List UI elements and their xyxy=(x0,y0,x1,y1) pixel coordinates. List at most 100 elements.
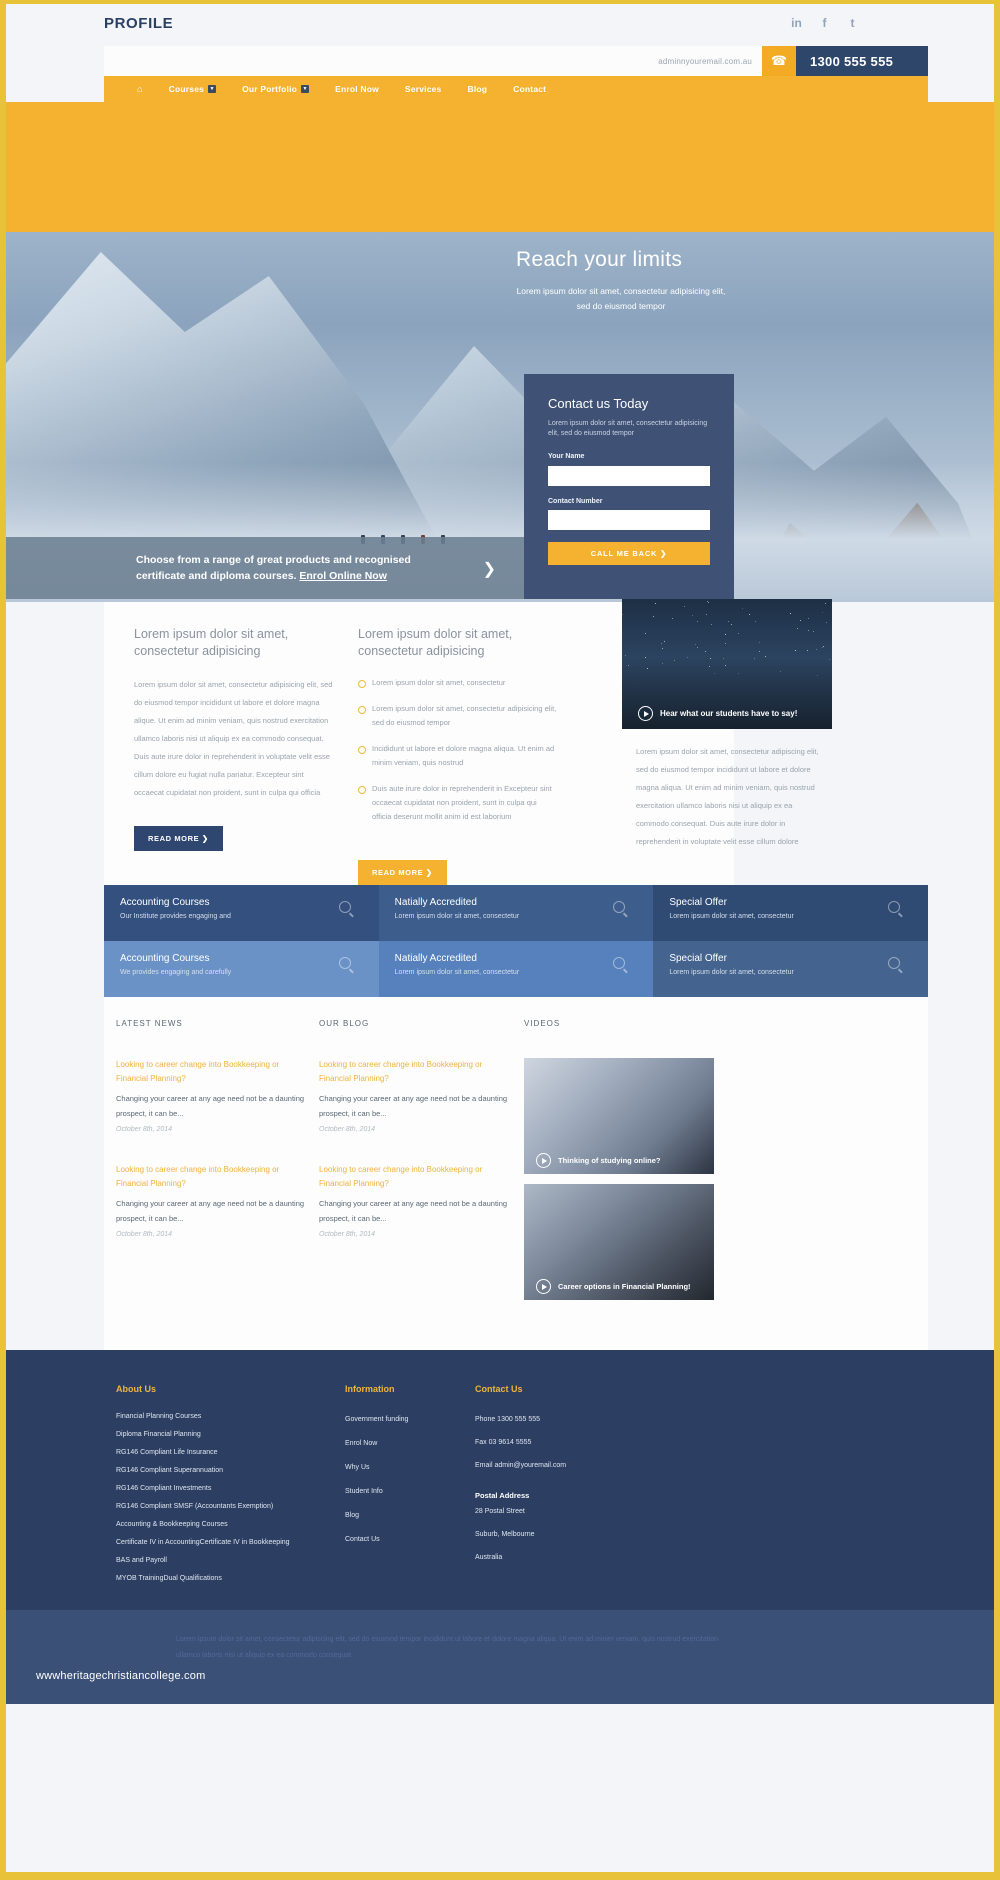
tile-title: Accounting Courses xyxy=(120,953,363,964)
site-logo[interactable]: PROFILE xyxy=(104,15,173,32)
list-item: Looking to career change into Bookkeepin… xyxy=(319,1163,514,1238)
footer-link[interactable]: MYOB TrainingDual Qualifications xyxy=(116,1570,331,1588)
footer-email[interactable]: Email admin@youremail.com xyxy=(475,1454,721,1477)
nav-item-courses[interactable]: Courses ▼ xyxy=(156,84,229,94)
search-icon[interactable] xyxy=(613,957,625,969)
facebook-icon[interactable]: f xyxy=(817,15,832,30)
footer-link[interactable]: Enrol Now xyxy=(345,1432,461,1456)
tile-desc: We provides engaging and carefully xyxy=(120,969,363,976)
search-icon[interactable] xyxy=(613,901,625,913)
tile-natially-accredited-2[interactable]: Natially Accredited Lorem ipsum dolor si… xyxy=(379,941,654,997)
contact-form-card: Contact us Today Lorem ipsum dolor sit a… xyxy=(524,374,734,599)
list-item: Looking to career change into Bookkeepin… xyxy=(319,1058,514,1133)
nav-label-blog: Blog xyxy=(467,84,487,94)
nav-item-home[interactable]: ⌂ xyxy=(124,84,156,94)
home-icon: ⌂ xyxy=(137,84,143,94)
footer-link[interactable]: Government funding xyxy=(345,1408,461,1432)
chevron-down-icon: ▼ xyxy=(208,85,216,93)
twitter-icon[interactable]: t xyxy=(845,15,860,30)
nav-item-enrol-now[interactable]: Enrol Now xyxy=(322,84,392,94)
tile-special-offer-2[interactable]: Special Offer Lorem ipsum dolor sit amet… xyxy=(653,941,928,997)
right-column-body: Lorem ipsum dolor sit amet, consectetur … xyxy=(622,729,832,851)
tile-title: Natially Accredited xyxy=(395,953,638,964)
our-blog-column: OUR BLOG Looking to career change into B… xyxy=(309,1019,514,1310)
footer-link[interactable]: Why Us xyxy=(345,1456,461,1480)
search-icon[interactable] xyxy=(339,957,351,969)
callout-bar[interactable]: Choose from a range of great products an… xyxy=(6,537,524,599)
top-bar: PROFILE in f t xyxy=(6,4,994,46)
footer-link[interactable]: RG146 Compliant SMSF (Accountants Exempt… xyxy=(116,1498,331,1516)
videos-heading: VIDEOS xyxy=(524,1019,744,1028)
footer-link[interactable]: BAS and Payroll xyxy=(116,1552,331,1570)
footer-phone: Phone 1300 555 555 xyxy=(475,1408,721,1431)
tile-desc: Lorem ipsum dolor sit amet, consectetur xyxy=(395,969,638,976)
footer-link[interactable]: Contact Us xyxy=(345,1528,461,1552)
main-navigation[interactable]: ⌂ Courses ▼ Our Portfolio ▼ Enrol Now Se… xyxy=(104,76,928,102)
watermark: wwwheritagechristiancollege.com xyxy=(36,1670,205,1682)
tile-title: Special Offer xyxy=(669,953,912,964)
nav-item-contact[interactable]: Contact xyxy=(500,84,559,94)
frame-edge-left xyxy=(0,0,6,1880)
nav-item-our-portfolio[interactable]: Our Portfolio ▼ xyxy=(229,84,322,94)
students-video-caption: Hear what our students have to say! xyxy=(660,709,797,718)
list-item: Looking to career change into Bookkeepin… xyxy=(116,1163,309,1238)
linkedin-icon[interactable]: in xyxy=(789,15,804,30)
enrol-online-now-link[interactable]: Enrol Online Now xyxy=(299,570,387,582)
blog-date: October 8th, 2014 xyxy=(319,1231,514,1238)
chevron-right-icon[interactable]: ❯ xyxy=(483,559,496,579)
footer-link[interactable]: Blog xyxy=(345,1504,461,1528)
search-icon[interactable] xyxy=(888,957,900,969)
news-title-link[interactable]: Looking to career change into Bookkeepin… xyxy=(116,1163,309,1191)
footer-postal-line: Australia xyxy=(475,1546,721,1569)
read-more-button-middle[interactable]: READ MORE ❯ xyxy=(358,860,447,885)
feature-bullet-list: Lorem ipsum dolor sit amet, consectetur … xyxy=(358,676,558,824)
blog-title-link[interactable]: Looking to career change into Bookkeepin… xyxy=(319,1058,514,1086)
videos-column: VIDEOS Thinking of studying online? Care… xyxy=(514,1019,744,1310)
play-icon[interactable] xyxy=(536,1153,551,1168)
frame-edge-right xyxy=(994,0,1000,1880)
nav-label-our-portfolio: Our Portfolio xyxy=(242,84,297,94)
students-video-thumbnail[interactable]: Hear what our students have to say! xyxy=(622,599,832,729)
chevron-down-icon: ▼ xyxy=(301,85,309,93)
email-address[interactable]: adminnyouremail.com.au xyxy=(658,57,752,66)
hero-title: Reach your limits xyxy=(516,248,846,272)
footer-link[interactable]: Diploma Financial Planning xyxy=(116,1426,331,1444)
latest-news-heading: LATEST NEWS xyxy=(116,1019,309,1028)
header-phone-number[interactable]: 1300 555 555 xyxy=(796,46,928,76)
tile-title: Special Offer xyxy=(669,897,912,908)
search-icon[interactable] xyxy=(888,901,900,913)
footer-link[interactable]: Accounting & Bookkeeping Courses xyxy=(116,1516,331,1534)
video-thumbnail-1[interactable]: Thinking of studying online? xyxy=(524,1058,714,1174)
footer-link[interactable]: Financial Planning Courses xyxy=(116,1408,331,1426)
footer-link[interactable]: RG146 Compliant Superannuation xyxy=(116,1462,331,1480)
tile-accounting-courses-2[interactable]: Accounting Courses We provides engaging … xyxy=(104,941,379,997)
play-icon[interactable] xyxy=(638,706,653,721)
news-title-link[interactable]: Looking to career change into Bookkeepin… xyxy=(116,1058,309,1086)
blog-title-link[interactable]: Looking to career change into Bookkeepin… xyxy=(319,1163,514,1191)
contact-number-input[interactable] xyxy=(548,510,710,530)
footer-fax: Fax 03 9614 5555 xyxy=(475,1431,721,1454)
footer-postal-heading: Postal Address xyxy=(475,1491,721,1500)
tile-special-offer-1[interactable]: Special Offer Lorem ipsum dolor sit amet… xyxy=(653,885,928,941)
news-date: October 8th, 2014 xyxy=(116,1231,309,1238)
your-name-input[interactable] xyxy=(548,466,710,486)
tile-natially-accredited-1[interactable]: Natially Accredited Lorem ipsum dolor si… xyxy=(379,885,654,941)
tile-accounting-courses-1[interactable]: Accounting Courses Our Institute provide… xyxy=(104,885,379,941)
tile-desc: Lorem ipsum dolor sit amet, consectetur xyxy=(669,913,912,920)
contact-card-title: Contact us Today xyxy=(548,396,710,411)
nav-item-blog[interactable]: Blog xyxy=(454,84,500,94)
tile-title: Natially Accredited xyxy=(395,897,638,908)
footer-link[interactable]: RG146 Compliant Life Insurance xyxy=(116,1444,331,1462)
footer-link[interactable]: Student Info xyxy=(345,1480,461,1504)
nav-label-courses: Courses xyxy=(169,84,204,94)
play-icon[interactable] xyxy=(536,1279,551,1294)
video-thumbnail-2[interactable]: Career options in Financial Planning! xyxy=(524,1184,714,1300)
hero-subtitle: Lorem ipsum dolor sit amet, consectetur … xyxy=(516,284,726,314)
read-more-button-left[interactable]: READ MORE ❯ xyxy=(134,826,223,851)
site-footer: About Us Financial Planning Courses Dipl… xyxy=(6,1350,994,1704)
footer-link[interactable]: Certificate IV in AccountingCertificate … xyxy=(116,1534,331,1552)
nav-item-services[interactable]: Services xyxy=(392,84,455,94)
call-me-back-button[interactable]: CALL ME BACK ❯ xyxy=(548,542,710,565)
footer-link[interactable]: RG146 Compliant Investments xyxy=(116,1480,331,1498)
search-icon[interactable] xyxy=(339,901,351,913)
